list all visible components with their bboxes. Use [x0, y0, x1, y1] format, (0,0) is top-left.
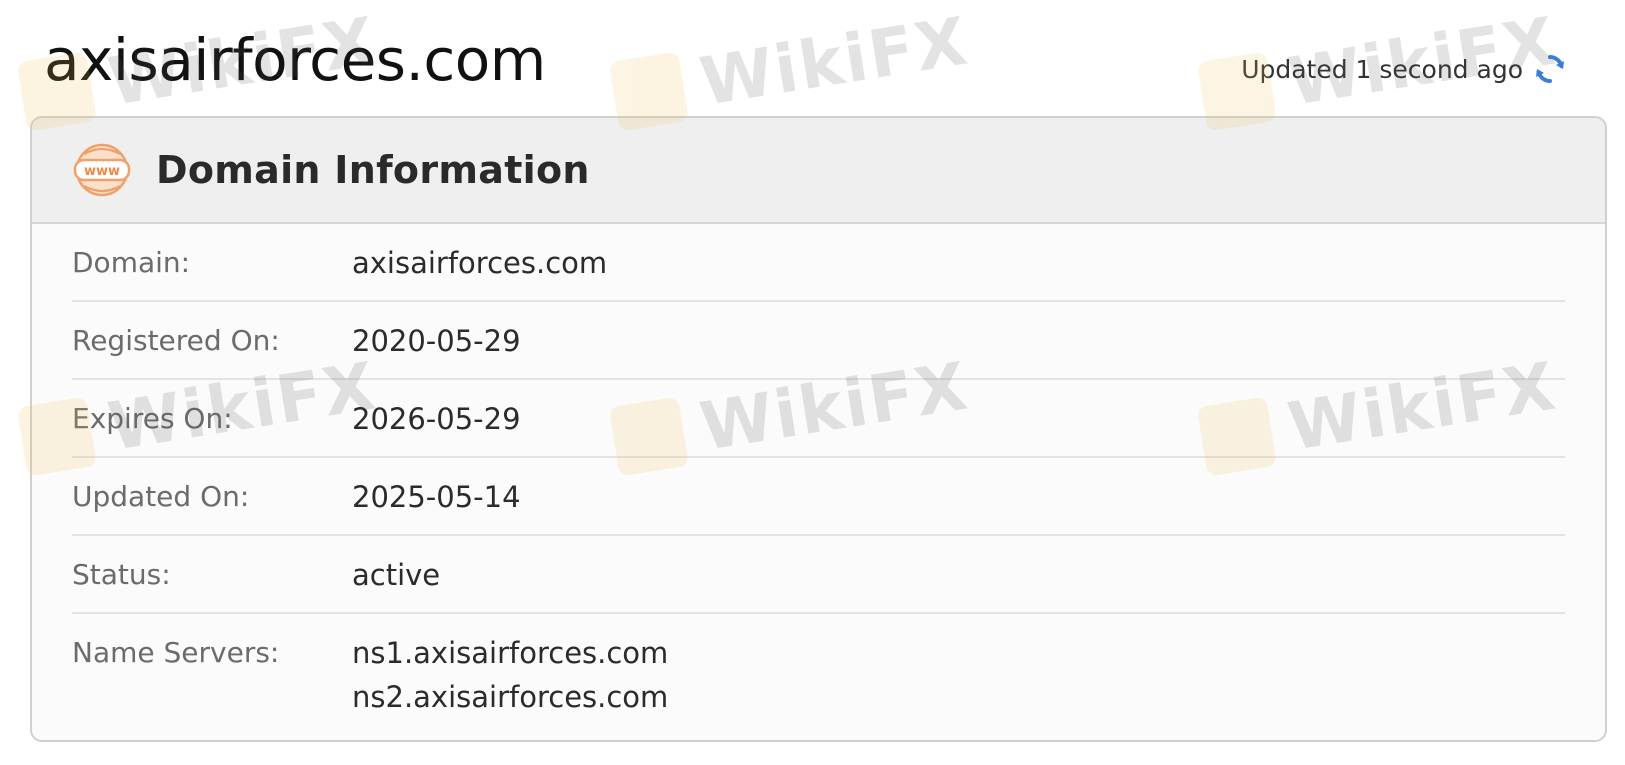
domain-information-card: www Domain Information Domain: axisairfo…: [30, 116, 1607, 742]
card-title: Domain Information: [156, 148, 590, 192]
detail-label: Updated On:: [72, 480, 250, 513]
detail-value: active: [352, 558, 441, 592]
detail-value: 2025-05-14: [352, 480, 521, 514]
detail-row-status: Status: active: [72, 536, 1565, 614]
updated-text: Updated 1 second ago: [1241, 54, 1523, 84]
detail-row-name-servers: Name Servers: ns1.axisairforces.com ns2.…: [72, 614, 1565, 719]
name-server-list: ns1.axisairforces.com ns2.axisairforces.…: [352, 631, 668, 719]
watermark: WikiFX: [608, 2, 974, 134]
detail-row-domain: Domain: axisairforces.com: [72, 224, 1565, 302]
detail-row-registered-on: Registered On: 2020-05-29: [72, 302, 1565, 380]
page: axisairforces.com Updated 1 second ago w…: [0, 0, 1625, 765]
svg-text:www: www: [84, 164, 120, 179]
refresh-icon[interactable]: [1533, 52, 1567, 86]
detail-label: Registered On:: [72, 324, 280, 357]
detail-row-expires-on: Expires On: 2026-05-29: [72, 380, 1565, 458]
name-server: ns2.axisairforces.com: [352, 680, 669, 714]
detail-label: Name Servers:: [72, 636, 280, 669]
detail-label: Expires On:: [72, 402, 233, 435]
detail-value: 2026-05-29: [352, 402, 521, 436]
page-title: axisairforces.com: [44, 26, 546, 94]
card-header: www Domain Information: [32, 118, 1605, 224]
detail-value: 2020-05-29: [352, 324, 521, 358]
detail-label: Domain:: [72, 246, 191, 279]
detail-row-updated-on: Updated On: 2025-05-14: [72, 458, 1565, 536]
domain-details: Domain: axisairforces.com Registered On:…: [32, 224, 1605, 719]
name-server: ns1.axisairforces.com: [352, 636, 669, 670]
www-globe-icon: www: [73, 143, 131, 197]
detail-label: Status:: [72, 558, 171, 591]
detail-value: axisairforces.com: [352, 246, 608, 280]
watermark-text: WikiFX: [695, 2, 974, 121]
update-status: Updated 1 second ago: [1241, 52, 1567, 86]
